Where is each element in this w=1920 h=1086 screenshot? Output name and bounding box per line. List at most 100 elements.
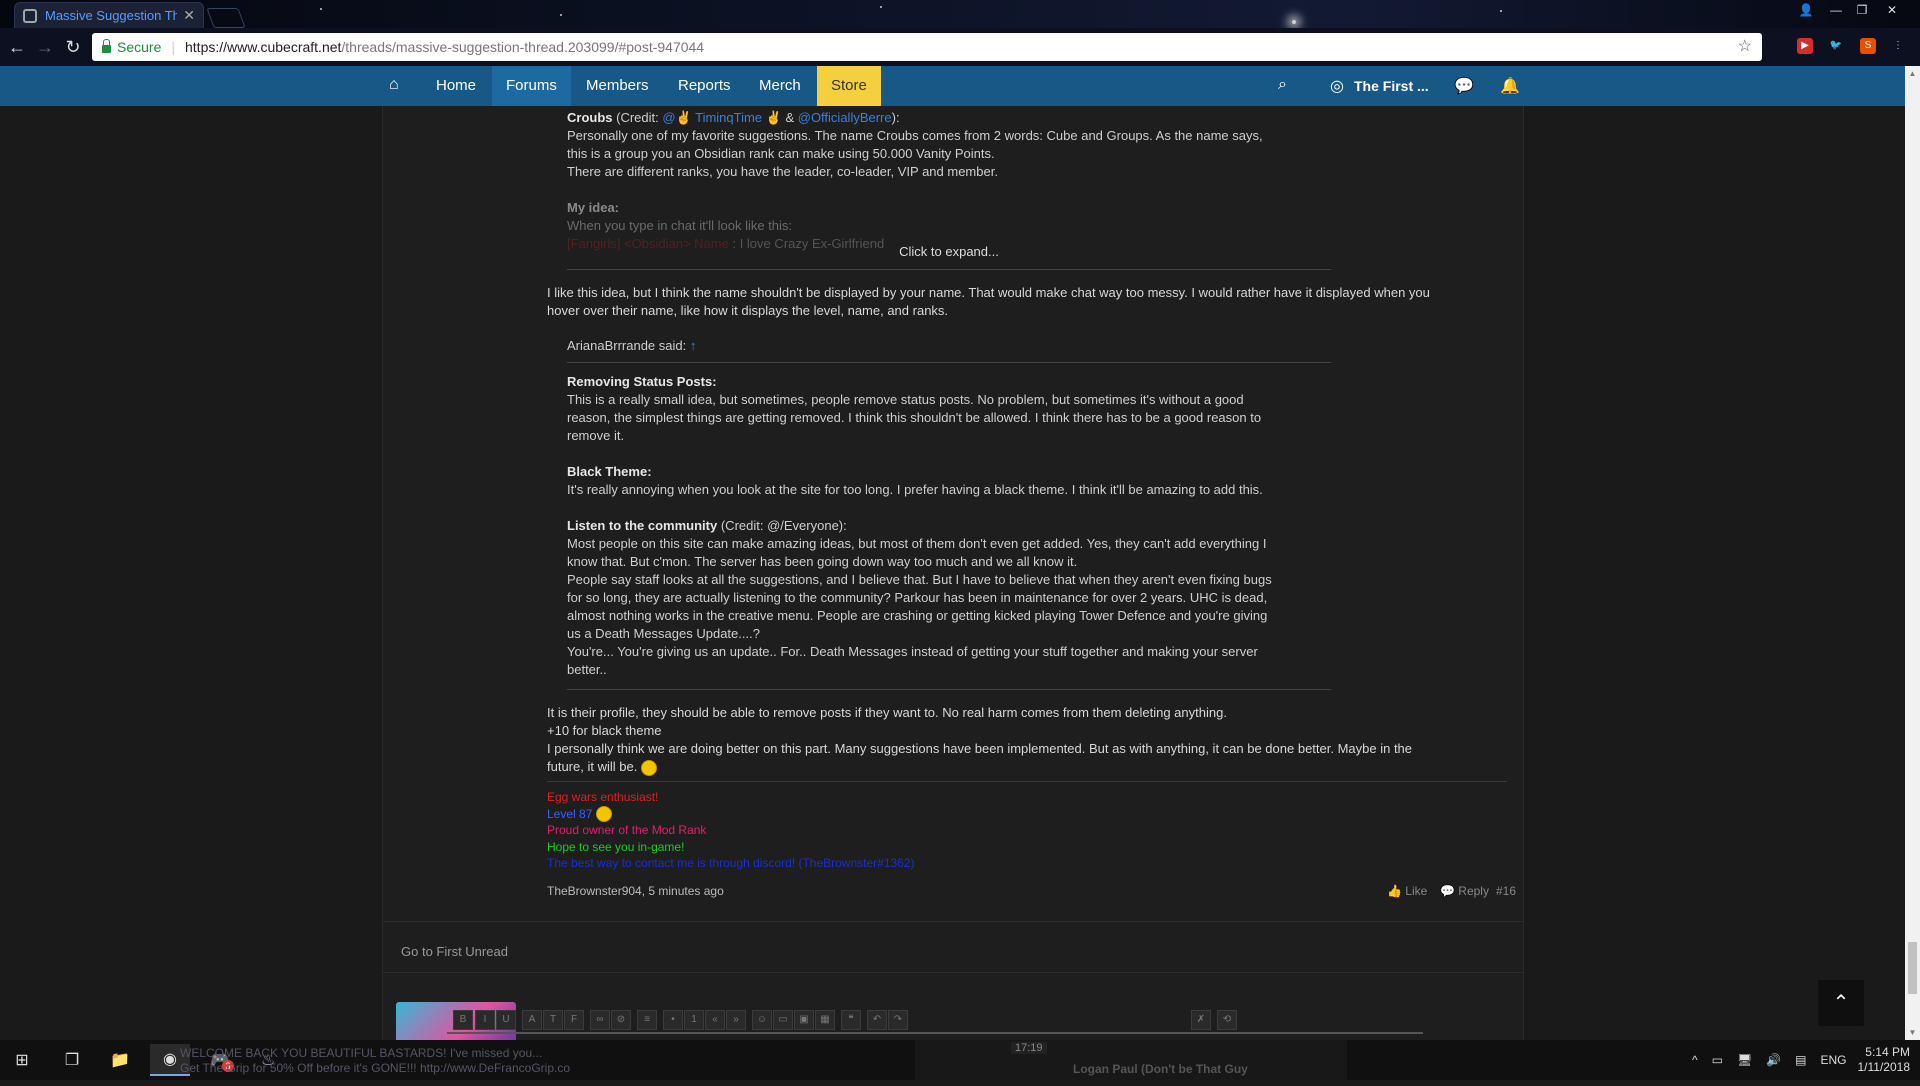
- scroll-up-icon[interactable]: ▲: [1905, 66, 1920, 81]
- reply-text-2: It is their profile, they should be able…: [547, 704, 1487, 776]
- bullet-list-icon[interactable]: •: [663, 1010, 683, 1030]
- task-view-icon[interactable]: ❐: [52, 1044, 92, 1076]
- minimize-icon[interactable]: —: [1822, 0, 1850, 20]
- undo-icon[interactable]: ↶: [867, 1010, 887, 1030]
- quote-author: ArianaBrrrande said:: [567, 338, 690, 353]
- extension-red-icon[interactable]: ▶: [1797, 38, 1813, 54]
- action-center-icon[interactable]: ▤: [1795, 1053, 1806, 1067]
- link-icon[interactable]: ∞: [590, 1010, 610, 1030]
- twitter-icon[interactable]: 🐦: [1828, 38, 1844, 54]
- bold-icon[interactable]: B: [453, 1010, 473, 1030]
- quote-text: You're... You're giving us an update.. F…: [567, 644, 1258, 659]
- back-icon[interactable]: ←: [6, 36, 28, 58]
- nav-members[interactable]: Members: [572, 66, 663, 106]
- sig-level: Level 87: [547, 806, 596, 821]
- nav-home[interactable]: Home: [422, 66, 490, 106]
- scroll-to-top-button[interactable]: ⌃: [1818, 980, 1864, 1026]
- page-scrollbar[interactable]: ▲ ▼: [1905, 66, 1920, 1040]
- nav-user-name[interactable]: The First ...: [1340, 66, 1443, 106]
- taskbar-video-preview-2[interactable]: 17:19 Logan Paul (Don't be That Guy: [915, 1040, 1347, 1080]
- sig-line-4: Hope to see you in-game!: [547, 839, 685, 854]
- reply-line: It is their profile, they should be able…: [547, 705, 1227, 720]
- language-indicator[interactable]: ENG: [1821, 1053, 1847, 1067]
- nav-merch[interactable]: Merch: [745, 66, 815, 106]
- smilie-icon[interactable]: ☺: [752, 1010, 772, 1030]
- profile-icon[interactable]: 👤: [1792, 0, 1820, 20]
- reply-button[interactable]: 💬 Reply: [1440, 884, 1489, 898]
- quote-block-ariana: Removing Status Posts: This is a really …: [567, 373, 1331, 679]
- windows-start-icon[interactable]: ⊞: [2, 1044, 42, 1076]
- reply-line: hover over their name, like how it displ…: [547, 303, 949, 318]
- outdent-icon[interactable]: «: [705, 1010, 725, 1030]
- menu-dots-icon[interactable]: ⋮: [1890, 38, 1906, 54]
- close-icon[interactable]: ✕: [183, 7, 195, 24]
- reply-line: I like this idea, but I think the name s…: [547, 285, 1430, 300]
- clock-date: 1/11/2018: [1857, 1060, 1911, 1074]
- quote-title-line: Croubs (Credit: @✌ TiminqTime ✌ & @Offic…: [567, 109, 1331, 127]
- quote-block-croubs: Croubs (Credit: @✌ TiminqTime ✌ & @Offic…: [567, 109, 1331, 253]
- quote-jump-arrow-icon[interactable]: ↑: [690, 338, 697, 353]
- indent-icon[interactable]: »: [726, 1010, 746, 1030]
- file-explorer-icon[interactable]: 📁: [100, 1044, 140, 1076]
- media-icon[interactable]: ▣: [794, 1010, 814, 1030]
- lock-icon: [102, 38, 111, 53]
- italic-icon[interactable]: I: [475, 1010, 495, 1030]
- reload-icon[interactable]: ↻: [62, 36, 84, 58]
- remove-formatting-icon[interactable]: ✗: [1191, 1010, 1211, 1030]
- font-family-icon[interactable]: F: [564, 1010, 584, 1030]
- clock[interactable]: 5:14 PM 1/11/2018: [1848, 1040, 1911, 1080]
- unlink-icon[interactable]: ⊘: [611, 1010, 631, 1030]
- underline-icon[interactable]: U: [496, 1010, 516, 1030]
- post-byline[interactable]: TheBrownster904, 5 minutes ago: [547, 884, 724, 898]
- preview-text: WELCOME BACK YOU BEAUTIFUL BASTARDS! I'v…: [180, 1046, 543, 1060]
- new-tab-button[interactable]: [206, 8, 246, 28]
- scrollbar-thumb[interactable]: [1908, 942, 1917, 994]
- scroll-down-icon[interactable]: ▼: [1905, 1025, 1920, 1040]
- mention-link[interactable]: @OfficiallyBerre: [798, 110, 892, 125]
- restore-icon[interactable]: ❐: [1848, 0, 1876, 20]
- redo-icon[interactable]: ↷: [888, 1010, 908, 1030]
- forward-icon[interactable]: →: [34, 36, 56, 58]
- window-close-icon[interactable]: ✕: [1878, 0, 1906, 20]
- alerts-bell-icon[interactable]: 🔔: [1500, 76, 1520, 96]
- smiley-icon: [595, 806, 612, 823]
- conversations-icon[interactable]: 💬: [1454, 76, 1474, 96]
- font-color-icon[interactable]: A: [522, 1010, 542, 1030]
- align-icon[interactable]: ≡: [637, 1010, 657, 1030]
- extension-multicolor-icon[interactable]: S: [1860, 38, 1876, 54]
- browser-tab[interactable]: Massive Suggestion Thre ✕: [14, 2, 204, 28]
- insert-icon[interactable]: ▦: [815, 1010, 835, 1030]
- quote-icon[interactable]: ❝: [841, 1010, 861, 1030]
- quote-text: There are different ranks, you have the …: [567, 164, 998, 179]
- tray-expand-icon[interactable]: ^: [1692, 1053, 1698, 1067]
- click-to-expand[interactable]: Click to expand...: [567, 244, 1331, 259]
- mention-link[interactable]: @✌ TiminqTime ✌: [662, 110, 782, 125]
- sig-line-5: The best way to contact me is through di…: [547, 856, 915, 871]
- nav-store[interactable]: Store: [817, 66, 881, 106]
- like-button[interactable]: 👍 Like: [1387, 884, 1427, 898]
- search-icon[interactable]: ⌕: [1278, 76, 1287, 94]
- image-icon[interactable]: ▭: [773, 1010, 793, 1030]
- taskbar-video-preview[interactable]: WELCOME BACK YOU BEAUTIFUL BASTARDS! I'v…: [180, 1040, 570, 1086]
- post-number[interactable]: #16: [1496, 884, 1516, 898]
- toggle-bbcode-icon[interactable]: ⟲: [1217, 1010, 1237, 1030]
- section-divider: [383, 921, 1523, 922]
- sig-line-1: Egg wars enthusiast!: [547, 790, 659, 804]
- numbered-list-icon[interactable]: 1: [684, 1010, 704, 1030]
- url-path: /threads/massive-suggestion-thread.20309…: [341, 39, 705, 55]
- font-size-icon[interactable]: T: [543, 1010, 563, 1030]
- quote-divider: [567, 362, 1331, 363]
- go-to-first-unread-link[interactable]: Go to First Unread: [401, 944, 508, 959]
- omnibox-separator: |: [171, 39, 175, 55]
- tray-volume-icon[interactable]: 🔊: [1766, 1053, 1781, 1067]
- address-bar[interactable]: Secure | https://www.cubecraft.net/threa…: [92, 33, 1762, 61]
- reply-line-last: future, it will be.: [547, 758, 1487, 776]
- browser-toolbar: ← → ↻ Secure | https://www.cubecraft.net…: [0, 28, 1920, 66]
- bookmark-star-icon[interactable]: ☆: [1738, 36, 1752, 56]
- tray-device-icon[interactable]: ▭: [1712, 1053, 1723, 1067]
- nav-reports[interactable]: Reports: [664, 66, 745, 106]
- tray-network-icon[interactable]: 🖥: [1737, 1053, 1752, 1067]
- home-icon[interactable]: ⌂: [389, 76, 399, 94]
- decor-star: [1500, 10, 1502, 12]
- nav-forums[interactable]: Forums: [492, 66, 571, 106]
